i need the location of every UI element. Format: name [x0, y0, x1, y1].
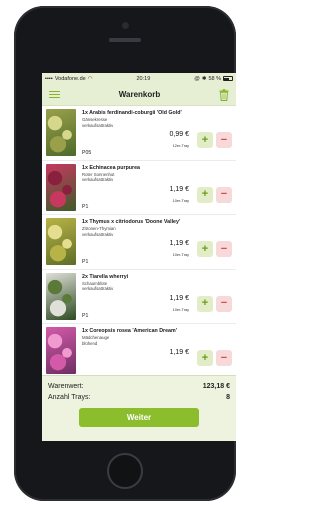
warenwert-value: 123,18 €: [202, 383, 230, 390]
trash-icon[interactable]: [219, 88, 229, 101]
item-pot-code: P1: [82, 204, 89, 210]
earpiece-speaker: [109, 38, 141, 42]
weiter-button[interactable]: Weiter: [79, 408, 199, 427]
item-tray-size: 10er-Tray: [172, 253, 189, 257]
item-pot-code: P1: [82, 258, 89, 265]
trays-value: 8: [226, 393, 230, 401]
cart-item: 1x Echinacea purpurea Roter Sonnenhut ve…: [42, 161, 236, 215]
app-screen: ▪▪▪▪ Vodafone.de ◠ 20:19 @ ✱ 58 % Warenk…: [42, 73, 236, 441]
wifi-icon: ◠: [87, 75, 93, 82]
location-icon: @: [194, 75, 200, 82]
item-status: verkaufsattraktiv: [82, 122, 114, 128]
increase-quantity-button[interactable]: +: [197, 132, 213, 148]
status-bar: ▪▪▪▪ Vodafone.de ◠ 20:19 @ ✱ 58 %: [42, 73, 236, 84]
item-status: blühend: [82, 340, 98, 346]
bluetooth-icon: ✱: [201, 75, 207, 82]
trays-label: Anzahl Trays:: [48, 393, 91, 401]
item-tray-size: 10er-Tray: [172, 198, 189, 203]
item-name: 2x Tiarella wherryi: [82, 273, 129, 280]
carrier-name: Vodafone.de: [54, 75, 86, 82]
decrease-quantity-button[interactable]: −: [216, 241, 232, 257]
warenwert-label: Warenwert:: [48, 383, 84, 390]
increase-quantity-button[interactable]: +: [197, 350, 213, 366]
cart-item: 2x Tiarella wherryi Schaumblüte verkaufs…: [42, 270, 236, 324]
decrease-quantity-button[interactable]: −: [216, 132, 232, 148]
front-camera: [122, 22, 129, 29]
home-button[interactable]: [107, 453, 143, 489]
cart-list: 1x Arabis ferdinandi-coburgii 'Old Gold'…: [42, 106, 236, 375]
item-name: 1x Echinacea purpurea: [82, 164, 140, 171]
battery-icon: [222, 76, 233, 81]
item-price: 1,19 €: [169, 185, 189, 193]
decrease-quantity-button[interactable]: −: [216, 295, 232, 312]
hamburger-menu-icon[interactable]: [49, 90, 60, 99]
item-name: 1x Coreopsis rosea 'American Dream': [82, 328, 177, 334]
item-pot-code: P1: [82, 313, 89, 319]
item-status: verkaufsattraktiv: [82, 231, 114, 237]
item-pot-code: P05: [82, 149, 92, 156]
plant-thumbnail: [46, 163, 76, 211]
cart-summary: Warenwert: 123,18 € Anzahl Trays: 8 Weit…: [42, 375, 236, 441]
item-tray-size: 12er-Tray: [172, 144, 189, 148]
plant-thumbnail: [46, 272, 76, 320]
item-price: 1,19 €: [169, 349, 189, 356]
increase-quantity-button[interactable]: +: [197, 241, 213, 257]
decrease-quantity-button[interactable]: −: [216, 350, 232, 366]
status-time: 20:19: [136, 75, 151, 82]
nav-bar: Warenkorb: [42, 84, 236, 106]
cart-item: 1x Coreopsis rosea 'American Dream' Mädc…: [42, 324, 236, 375]
item-tray-size: 10er-Tray: [172, 307, 189, 312]
increase-quantity-button[interactable]: +: [197, 295, 213, 312]
increase-quantity-button[interactable]: +: [197, 186, 213, 203]
item-price: 1,19 €: [169, 240, 189, 247]
decrease-quantity-button[interactable]: −: [216, 186, 232, 203]
plant-thumbnail: [46, 327, 76, 374]
cart-item: 1x Thymus x citriodorus 'Doone Valley' Z…: [42, 215, 236, 270]
item-status: verkaufsattraktiv: [82, 177, 114, 183]
battery-percent: 58 %: [208, 75, 221, 82]
item-price: 0,99 €: [169, 131, 189, 138]
item-name: 1x Arabis ferdinandi-coburgii 'Old Gold': [82, 110, 182, 116]
page-title: Warenkorb: [118, 90, 161, 99]
item-price: 1,19 €: [169, 294, 189, 302]
plant-thumbnail: [46, 109, 76, 156]
signal-icon: ▪▪▪▪: [45, 75, 53, 82]
item-name: 1x Thymus x citriodorus 'Doone Valley': [82, 219, 181, 225]
plant-thumbnail: [46, 218, 76, 265]
item-status: verkaufsattraktiv: [82, 286, 114, 292]
phone-frame: ▪▪▪▪ Vodafone.de ◠ 20:19 @ ✱ 58 % Warenk…: [14, 6, 236, 501]
cart-item: 1x Arabis ferdinandi-coburgii 'Old Gold'…: [42, 106, 236, 161]
